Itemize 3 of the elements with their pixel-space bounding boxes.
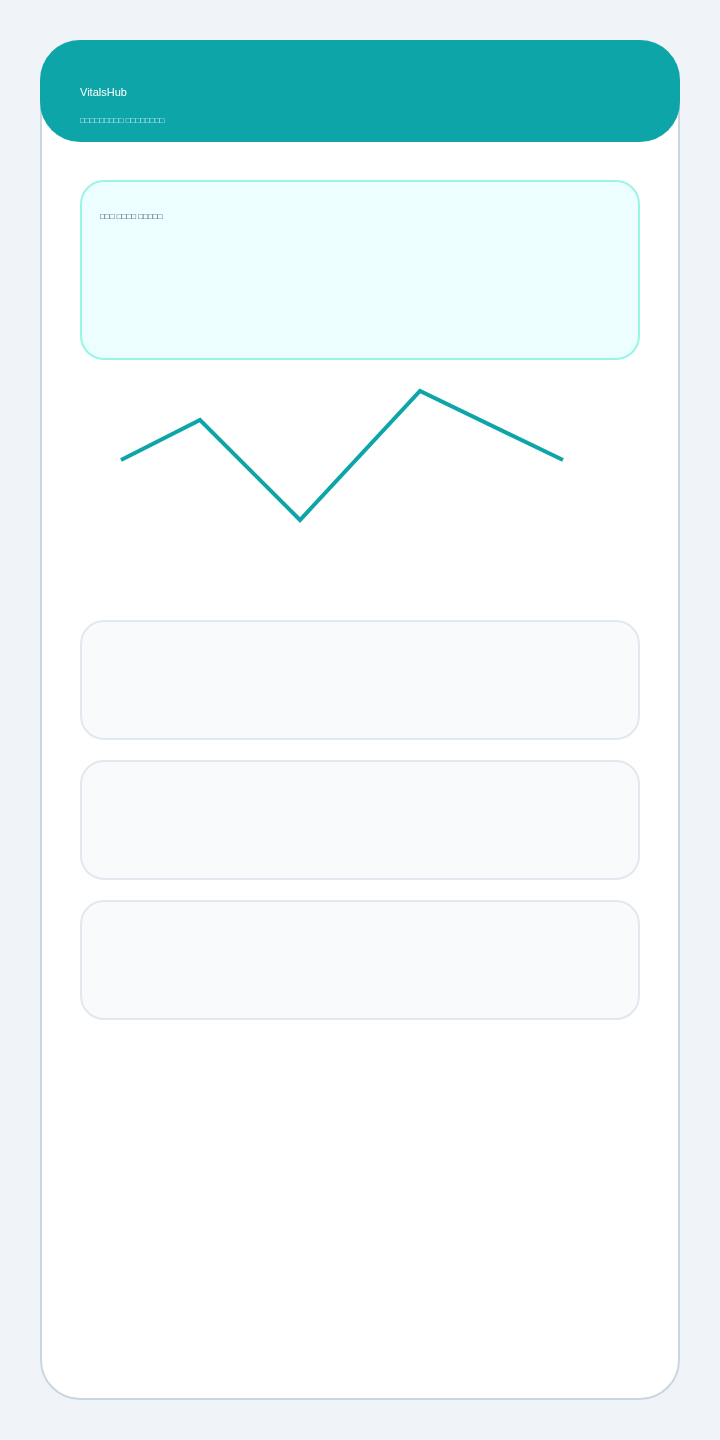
app-title: VitalsHub (80, 85, 127, 99)
card-title: □□□ □□□□ □□□□□ (100, 212, 163, 222)
header-subtitle: □□□□□□□□□ □□□□□□□□ (80, 116, 165, 126)
